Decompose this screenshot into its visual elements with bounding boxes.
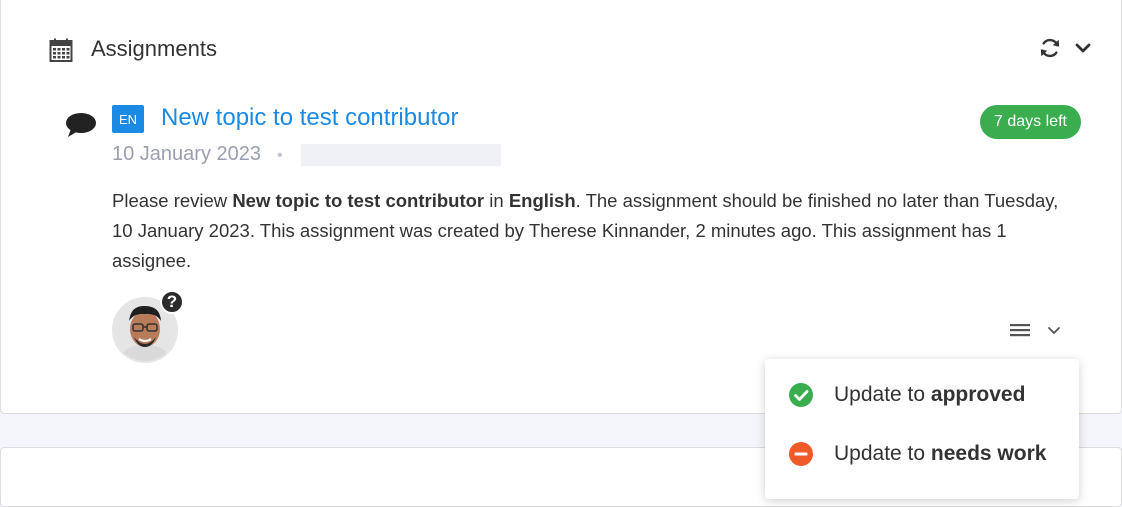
description-topic: New topic to test contributor: [232, 190, 485, 211]
question-icon: ?: [160, 290, 184, 314]
assignment-description: Please review New topic to test contribu…: [112, 186, 1072, 276]
menu-item-needs-work[interactable]: Update to needs work: [765, 426, 1079, 482]
due-status-badge: 7 days left: [980, 105, 1081, 139]
separator-dot: •: [277, 147, 283, 164]
hamburger-menu-icon[interactable]: [1009, 321, 1031, 339]
calendar-icon: [49, 38, 73, 62]
status-dropdown-menu: Update to approved Update to needs work: [765, 359, 1079, 499]
language-badge: EN: [112, 105, 144, 133]
topic-title-link[interactable]: New topic to test contributor: [161, 104, 458, 132]
assignments-panel: Assignments EN New topic to test contrib…: [0, 0, 1122, 414]
menu-item-approved[interactable]: Update to approved: [765, 367, 1079, 423]
assignment-date: 10 January 2023: [112, 143, 262, 165]
comment-icon: [66, 113, 96, 137]
chevron-down-icon[interactable]: [1047, 324, 1061, 336]
description-text: in: [484, 190, 509, 211]
menu-item-label: Update to needs work: [834, 442, 1046, 466]
menu-item-action: needs work: [930, 442, 1047, 465]
minus-circle-icon: [789, 442, 813, 466]
redacted-field: [301, 144, 501, 166]
description-language: English: [508, 190, 576, 211]
refresh-icon[interactable]: [1039, 37, 1061, 59]
panel-title: Assignments: [91, 36, 217, 61]
check-circle-icon: [789, 383, 813, 407]
menu-item-prefix: Update to: [834, 442, 931, 465]
menu-item-action: approved: [930, 383, 1026, 406]
menu-item-label: Update to approved: [834, 383, 1025, 407]
description-text: Please review: [112, 190, 233, 211]
menu-item-prefix: Update to: [834, 383, 931, 406]
chevron-down-icon[interactable]: [1074, 40, 1092, 56]
